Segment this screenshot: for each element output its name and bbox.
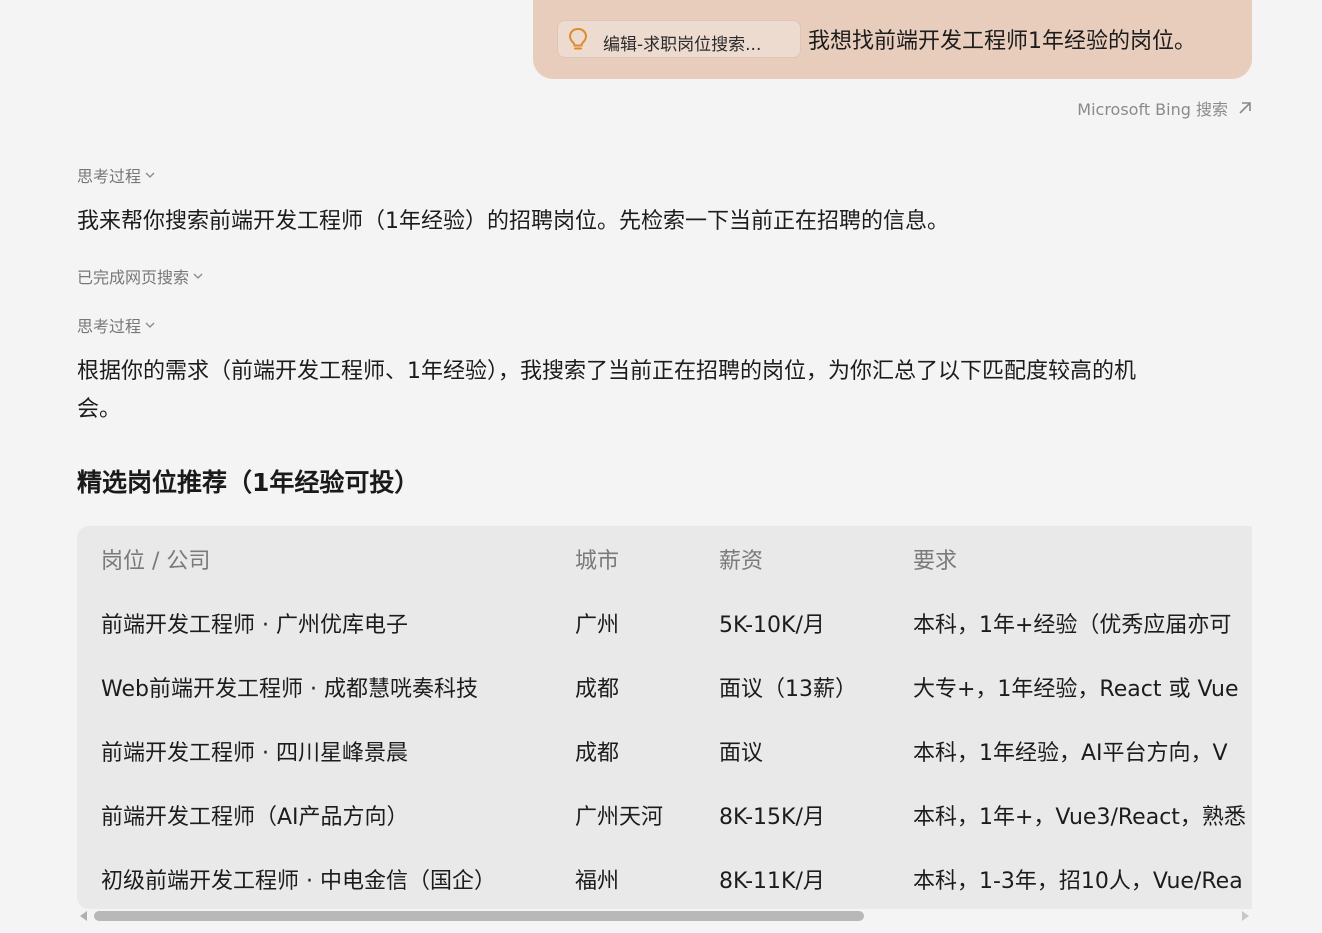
search-done-toggle[interactable]: 已完成网页搜索 [77,264,203,288]
bing-search-link[interactable]: Microsoft Bing 搜索 [1077,96,1252,120]
cell-position: 前端开发工程师 · 广州优库电子 [101,613,408,638]
scroll-right-arrow-icon[interactable] [1242,911,1249,921]
header-city: 城市 [575,549,620,574]
cell-city: 福州 [575,869,620,894]
header-requirements: 要求 [913,549,958,574]
header-position: 岗位 / 公司 [101,549,211,574]
intro-paragraph: 我来帮你搜索前端开发工程师（1年经验）的招聘岗位。先检索一下当前正在招聘的信息。 [77,209,949,234]
cell-salary: 8K-15K/月 [719,805,825,830]
scroll-left-arrow-icon[interactable] [80,911,87,921]
cell-city: 成都 [575,677,620,702]
cell-salary: 5K-10K/月 [719,613,825,638]
lightbulb-icon [568,27,588,50]
cell-requirements: 本科，1年+经验（优秀应届亦可 [913,613,1232,638]
cell-salary: 面议 [719,741,764,766]
attachment-chip[interactable]: 编辑-求职岗位搜索... [557,20,801,58]
cell-requirements: 本科，1年经验，AI平台方向，V [913,741,1228,766]
summary-paragraph: 根据你的需求（前端开发工程师、1年经验），我搜索了当前正在招聘的岗位，为你汇总了… [77,353,1237,429]
table-horizontal-scrollbar[interactable] [77,908,1252,924]
attachment-label: 编辑-求职岗位搜索... [603,35,762,55]
summary-line-2: 会。 [77,397,122,422]
summary-line-1: 根据你的需求（前端开发工程师、1年经验），我搜索了当前正在招聘的岗位，为你汇总了… [77,359,1137,384]
scroll-thumb[interactable] [94,911,864,921]
user-message-text: 我想找前端开发工程师1年经验的岗位。 [808,29,1196,54]
thinking-label: 思考过程 [77,317,142,336]
cell-city: 广州天河 [575,805,664,830]
bing-search-label: Microsoft Bing 搜索 [1077,100,1228,119]
header-salary: 薪资 [719,549,764,574]
cell-requirements: 本科，1年+，Vue3/React，熟悉 [913,805,1246,830]
cell-city: 成都 [575,741,620,766]
thinking-toggle-1[interactable]: 思考过程 [77,163,155,187]
thinking-label: 思考过程 [77,167,142,186]
jobs-table: 岗位 / 公司 城市 薪资 要求 前端开发工程师 · 广州优库电子 广州 5K-… [77,526,1252,909]
chevron-down-icon [145,322,155,328]
user-message-bubble: 编辑-求职岗位搜索... 我想找前端开发工程师1年经验的岗位。 [533,0,1252,79]
cell-position: 前端开发工程师（AI产品方向） [101,805,409,830]
cell-requirements: 本科，1-3年，招10人，Vue/Rea [913,869,1243,894]
cell-position: 前端开发工程师 · 四川星峰景晨 [101,741,408,766]
section-heading: 精选岗位推荐（1年经验可投） [77,468,420,497]
cell-salary: 8K-11K/月 [719,869,825,894]
search-done-label: 已完成网页搜索 [77,268,190,287]
chevron-down-icon [193,273,203,279]
cell-city: 广州 [575,613,620,638]
chevron-down-icon [145,172,155,178]
cell-position: 初级前端开发工程师 · 中电金信（国企） [101,869,496,894]
external-arrow-icon [1239,102,1251,114]
thinking-toggle-2[interactable]: 思考过程 [77,313,155,337]
cell-salary: 面议（13薪） [719,677,857,702]
cell-position: Web前端开发工程师 · 成都慧咣奏科技 [101,677,478,702]
cell-requirements: 大专+，1年经验，React 或 Vue [913,677,1239,702]
